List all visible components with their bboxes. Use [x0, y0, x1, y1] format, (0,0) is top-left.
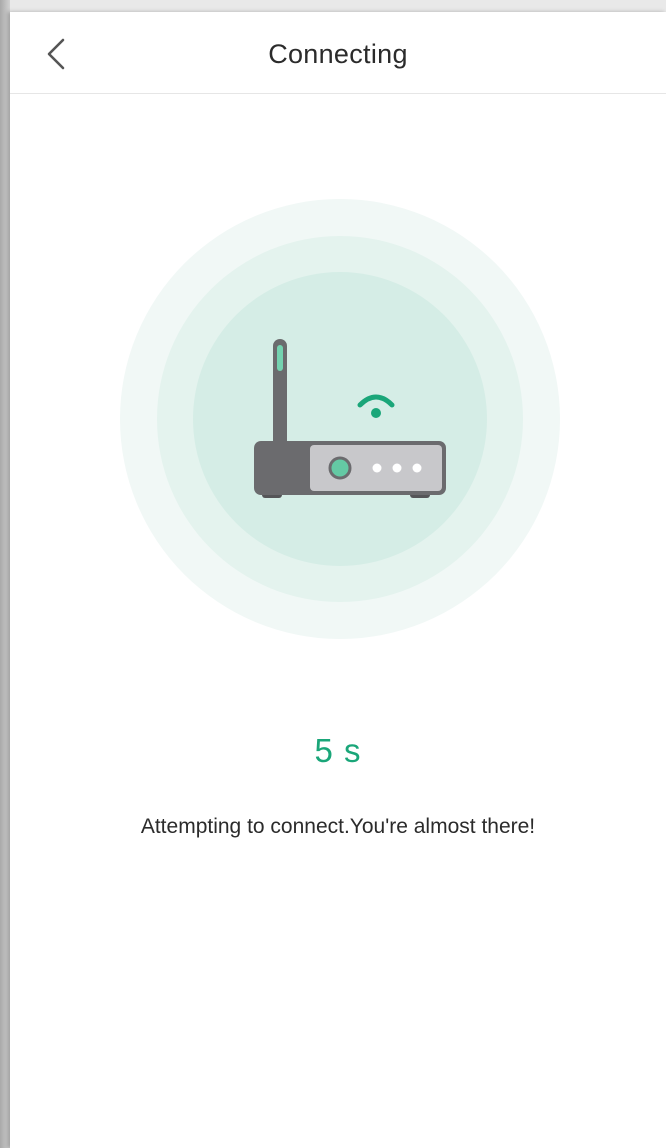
app-screen: Connecting 5 s Attempting to connect.You… — [10, 12, 666, 1148]
router-illustration — [120, 199, 560, 639]
device-frame: Connecting 5 s Attempting to connect.You… — [0, 0, 666, 1148]
status-message: Attempting to connect.You're almost ther… — [140, 815, 536, 838]
page-title: Connecting — [268, 39, 408, 69]
chevron-left-icon — [47, 38, 65, 70]
back-button[interactable] — [34, 32, 78, 76]
countdown-timer: 5 s — [314, 732, 362, 769]
navigation-bar: Connecting — [10, 12, 666, 94]
pulse-ring-inner — [193, 272, 487, 566]
